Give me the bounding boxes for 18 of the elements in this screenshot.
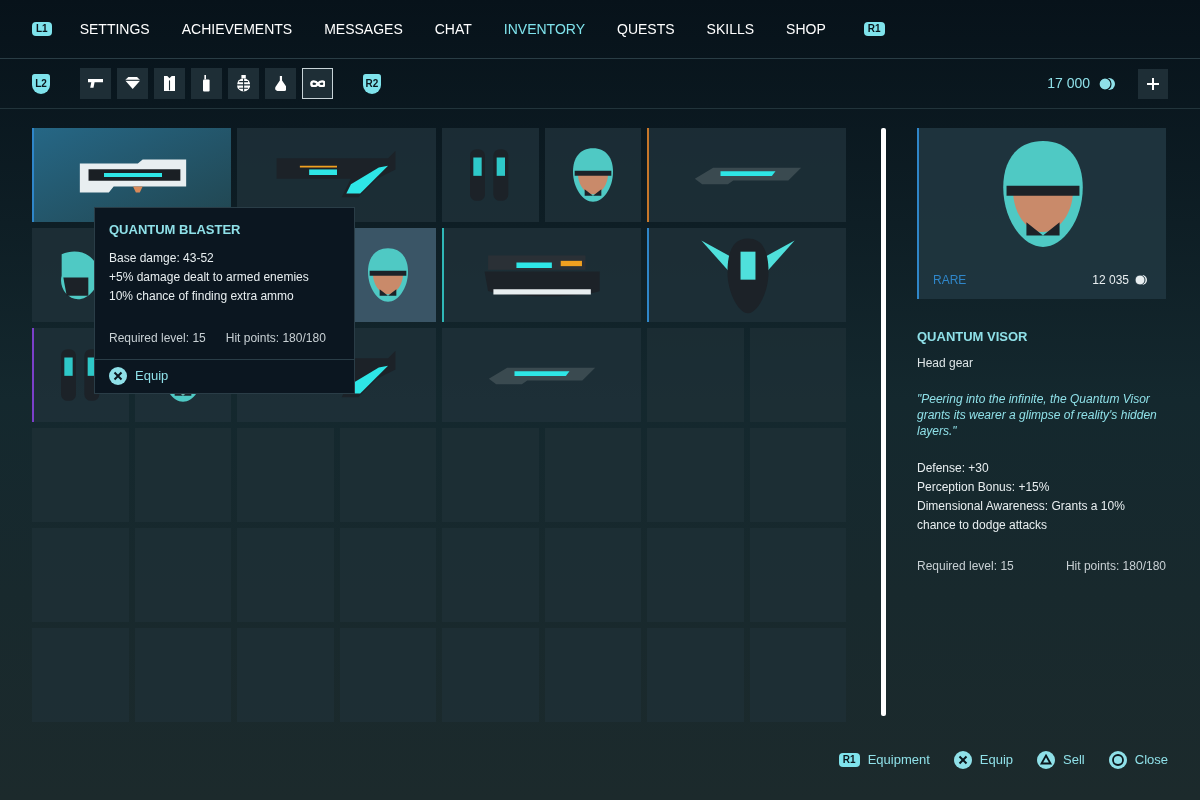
item-stat: Perception Bonus: +15% — [917, 478, 1051, 496]
item-name: QUANTUM VISOR — [917, 328, 1029, 346]
item-description: "Peering into the infinite, the Quantum Visor grants its wearer a glimpse of reality's hidden layers." — [917, 390, 1158, 439]
tooltip-title: QUANTUM BLASTER — [109, 221, 242, 239]
currency-amount: 17 000 — [1047, 74, 1090, 93]
required-level: Required level: 15 — [917, 557, 1014, 575]
item-type: Head gear — [917, 354, 975, 372]
rarity-label: RARE — [933, 272, 967, 289]
item-price: 12 035 — [1092, 272, 1129, 289]
shoulder-button-badge: R1 — [838, 752, 860, 767]
tooltip-stat: +5% damage dealt to armed enemies — [109, 268, 310, 286]
tooltip-stat: Base damge: 43-52 — [109, 249, 215, 267]
hit-points: Hit points: 180/180 — [1065, 557, 1166, 575]
tooltip-stat: 10% chance of finding extra ammo — [109, 287, 295, 305]
required-level: Required level: 15 — [109, 329, 206, 347]
item-stat: Defense: +30 — [917, 459, 990, 477]
item-stat: Dimensional Awareness: Grants a 10% chance to dodge attacks — [917, 497, 1126, 534]
hit-points: Hit points: 180/180 — [225, 329, 326, 347]
